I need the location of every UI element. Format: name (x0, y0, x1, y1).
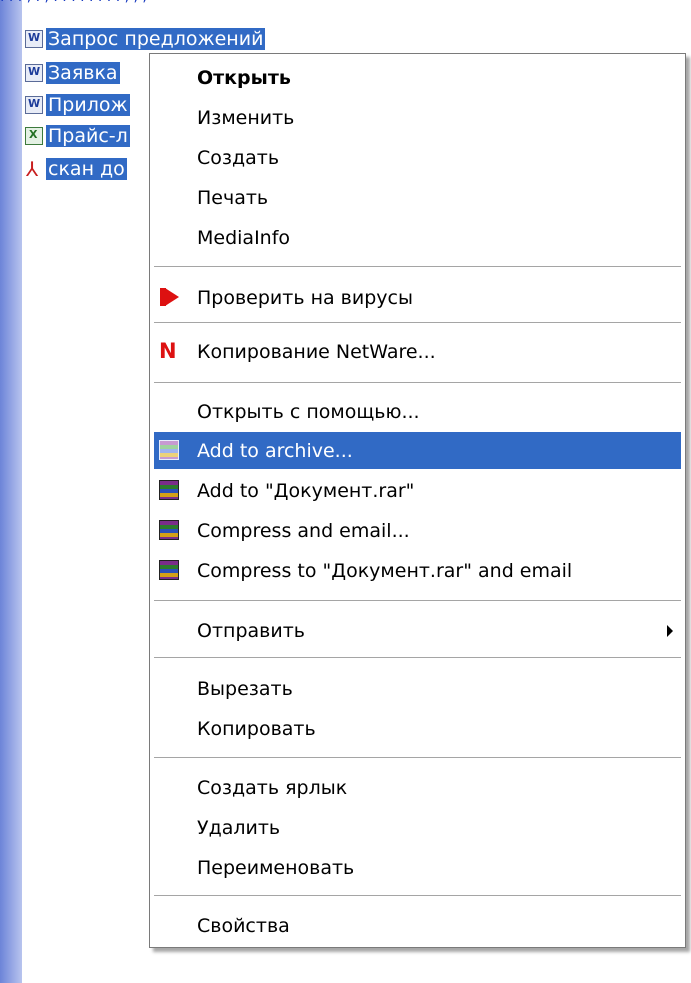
excel-doc-icon (25, 127, 43, 145)
file-name: Прайс-л (46, 125, 130, 147)
menu-item-label: Открыть с помощью... (197, 400, 420, 423)
file-name: Запрос предложений (46, 28, 266, 50)
menu-item-copy[interactable]: Копировать (154, 710, 681, 747)
winrar-icon (159, 440, 179, 460)
menu-item-label: Отправить (197, 619, 305, 642)
menu-item-add-to-archive[interactable]: Add to archive... (154, 432, 681, 469)
menu-item-label: Вырезать (197, 677, 293, 700)
menu-item-properties[interactable]: Свойства (154, 907, 681, 944)
truncated-header-text: . . . , . , . . . . . . . . , , , (0, 0, 691, 8)
menu-item-label: Compress to "Документ.rar" and email (197, 559, 573, 582)
menu-item-label: Создать ярлык (197, 776, 348, 799)
menu-item-label: Создать (197, 146, 280, 169)
file-item[interactable]: скан до (25, 157, 127, 181)
menu-item-label: Изменить (197, 106, 295, 129)
file-item[interactable]: Прайс-л (25, 124, 130, 148)
menu-item-compress-email[interactable]: Compress and email... (154, 512, 681, 549)
menu-item-scan-virus[interactable]: Проверить на вирусы (154, 279, 681, 316)
menu-item-open-with[interactable]: Открыть с помощью... (154, 393, 681, 430)
menu-item-label: Compress and email... (197, 519, 410, 542)
winrar-icon (159, 520, 179, 540)
menu-item-label: Add to archive... (197, 439, 353, 462)
menu-item-label: Открыть (197, 66, 291, 89)
submenu-arrow-icon (667, 625, 673, 637)
file-item[interactable]: Прилож (25, 93, 130, 117)
file-name: Заявка (46, 62, 120, 84)
menu-item-rename[interactable]: Переименовать (154, 849, 681, 886)
menu-item-copy-netware[interactable]: N Копирование NetWare... (154, 333, 681, 370)
menu-item-mediainfo[interactable]: MediaInfo (154, 219, 681, 256)
menu-item-print[interactable]: Печать (154, 179, 681, 216)
winrar-icon (159, 480, 179, 500)
word-doc-icon (25, 30, 43, 48)
menu-item-create[interactable]: Создать (154, 139, 681, 176)
file-name: Прилож (46, 94, 130, 116)
file-name: скан до (46, 158, 127, 180)
menu-item-label: Add to "Документ.rar" (197, 479, 415, 502)
menu-item-label: Переименовать (197, 856, 355, 879)
menu-item-compress-to-rar-email[interactable]: Compress to "Документ.rar" and email (154, 552, 681, 589)
menu-item-delete[interactable]: Удалить (154, 809, 681, 846)
explorer-left-panel (0, 0, 22, 983)
menu-item-label: Копировать (197, 717, 316, 740)
menu-item-label: Свойства (197, 914, 290, 937)
menu-item-send-to[interactable]: Отправить (154, 612, 681, 649)
netware-icon: N (159, 339, 177, 363)
menu-item-add-to-rar[interactable]: Add to "Документ.rar" (154, 472, 681, 509)
menu-item-label: MediaInfo (197, 226, 291, 249)
menu-separator (154, 266, 681, 267)
menu-separator (154, 895, 681, 896)
word-doc-icon (25, 96, 43, 114)
menu-item-label: Копирование NetWare... (197, 340, 436, 363)
menu-item-label: Проверить на вирусы (197, 286, 413, 309)
menu-item-edit[interactable]: Изменить (154, 99, 681, 136)
file-item[interactable]: Запрос предложений (25, 27, 266, 51)
menu-separator (154, 600, 681, 601)
context-menu: Открыть Изменить Создать Печать MediaInf… (149, 53, 686, 948)
word-doc-icon (25, 64, 43, 82)
pdf-doc-icon (25, 157, 43, 181)
winrar-icon (159, 560, 179, 580)
menu-separator (154, 757, 681, 758)
menu-item-create-shortcut[interactable]: Создать ярлык (154, 769, 681, 806)
menu-separator (154, 322, 681, 323)
menu-item-label: Удалить (197, 816, 281, 839)
menu-item-cut[interactable]: Вырезать (154, 670, 681, 707)
kaspersky-icon (159, 286, 181, 308)
menu-item-label: Печать (197, 186, 269, 209)
menu-item-open[interactable]: Открыть (154, 59, 681, 96)
file-item[interactable]: Заявка (25, 61, 120, 85)
menu-separator (154, 657, 681, 658)
menu-separator (154, 382, 681, 383)
